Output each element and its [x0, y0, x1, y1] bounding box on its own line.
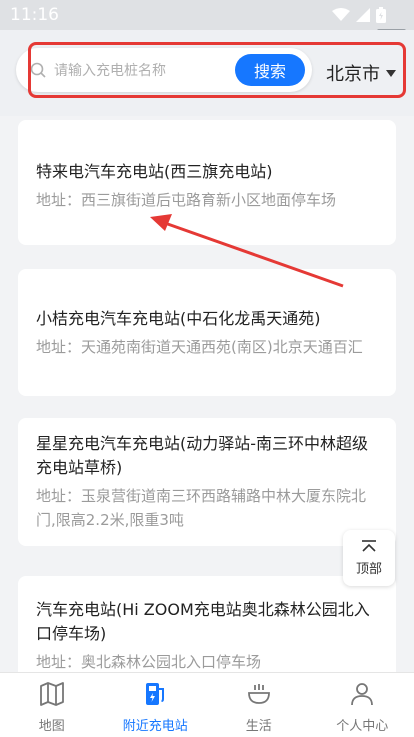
station-address: 地址：天通苑南街道天通西苑(南区)北京天通百汇 — [36, 335, 378, 359]
tab-label: 地图 — [0, 715, 104, 734]
wifi-icon — [332, 8, 350, 22]
status-icons — [332, 7, 386, 23]
tab-profile[interactable]: 个人中心 — [311, 673, 414, 737]
station-list[interactable]: 特来电汽车充电站(西三旗充电站) 地址：西三旗街道后屯路育新小区地面停车场 小桔… — [0, 116, 414, 672]
station-card[interactable]: 汽车充电站(Hi ZOOM充电站奥北森林公园北入口停车场) 地址：奥北森林公园北… — [18, 576, 396, 672]
station-title: 星星充电汽车充电站(动力驿站-南三环中林超级充电站草桥) — [36, 432, 378, 480]
status-time: 11:16 — [10, 5, 59, 25]
station-address: 地址：西三旗街道后屯路育新小区地面停车场 — [36, 188, 378, 212]
tab-map[interactable]: 地图 — [0, 673, 104, 737]
map-icon — [39, 681, 65, 707]
tab-nearby-stations[interactable]: 附近充电站 — [104, 673, 208, 737]
bowl-icon — [246, 681, 272, 707]
station-address: 地址：玉泉营街道南三环西路辅路中林大厦东院北门,限高2.2米,限重3吨 — [36, 484, 378, 532]
station-card[interactable]: 特来电汽车充电站(西三旗充电站) 地址：西三旗街道后屯路育新小区地面停车场 — [18, 120, 396, 245]
station-card[interactable]: 星星充电汽车充电站(动力驿站-南三环中林超级充电站草桥) 地址：玉泉营街道南三环… — [18, 418, 396, 546]
status-bar: 11:16 cusn — [0, 0, 414, 30]
tab-label: 个人中心 — [311, 715, 414, 734]
tab-label: 生活 — [207, 715, 311, 734]
back-to-top-label: 顶部 — [343, 558, 395, 577]
battery-icon — [376, 7, 386, 23]
station-title: 特来电汽车充电站(西三旗充电站) — [36, 160, 378, 184]
back-to-top-button[interactable]: 顶部 — [343, 530, 395, 586]
annotation-highlight-box — [28, 42, 406, 98]
station-title: 汽车充电站(Hi ZOOM充电站奥北森林公园北入口停车场) — [36, 598, 378, 646]
station-address: 地址：奥北森林公园北入口停车场 — [36, 650, 378, 672]
charging-station-icon — [142, 681, 168, 707]
tab-life[interactable]: 生活 — [207, 673, 311, 737]
chevron-up-icon — [361, 540, 377, 552]
signal-icon — [356, 8, 370, 22]
tab-label: 附近充电站 — [104, 715, 208, 734]
person-icon — [349, 681, 375, 707]
station-card[interactable]: 小桔充电汽车充电站(中石化龙禹天通苑) 地址：天通苑南街道天通西苑(南区)北京天… — [18, 269, 396, 396]
bottom-tab-bar: 地图 附近充电站 生活 个人中心 — [0, 672, 414, 737]
station-title: 小桔充电汽车充电站(中石化龙禹天通苑) — [36, 307, 378, 331]
